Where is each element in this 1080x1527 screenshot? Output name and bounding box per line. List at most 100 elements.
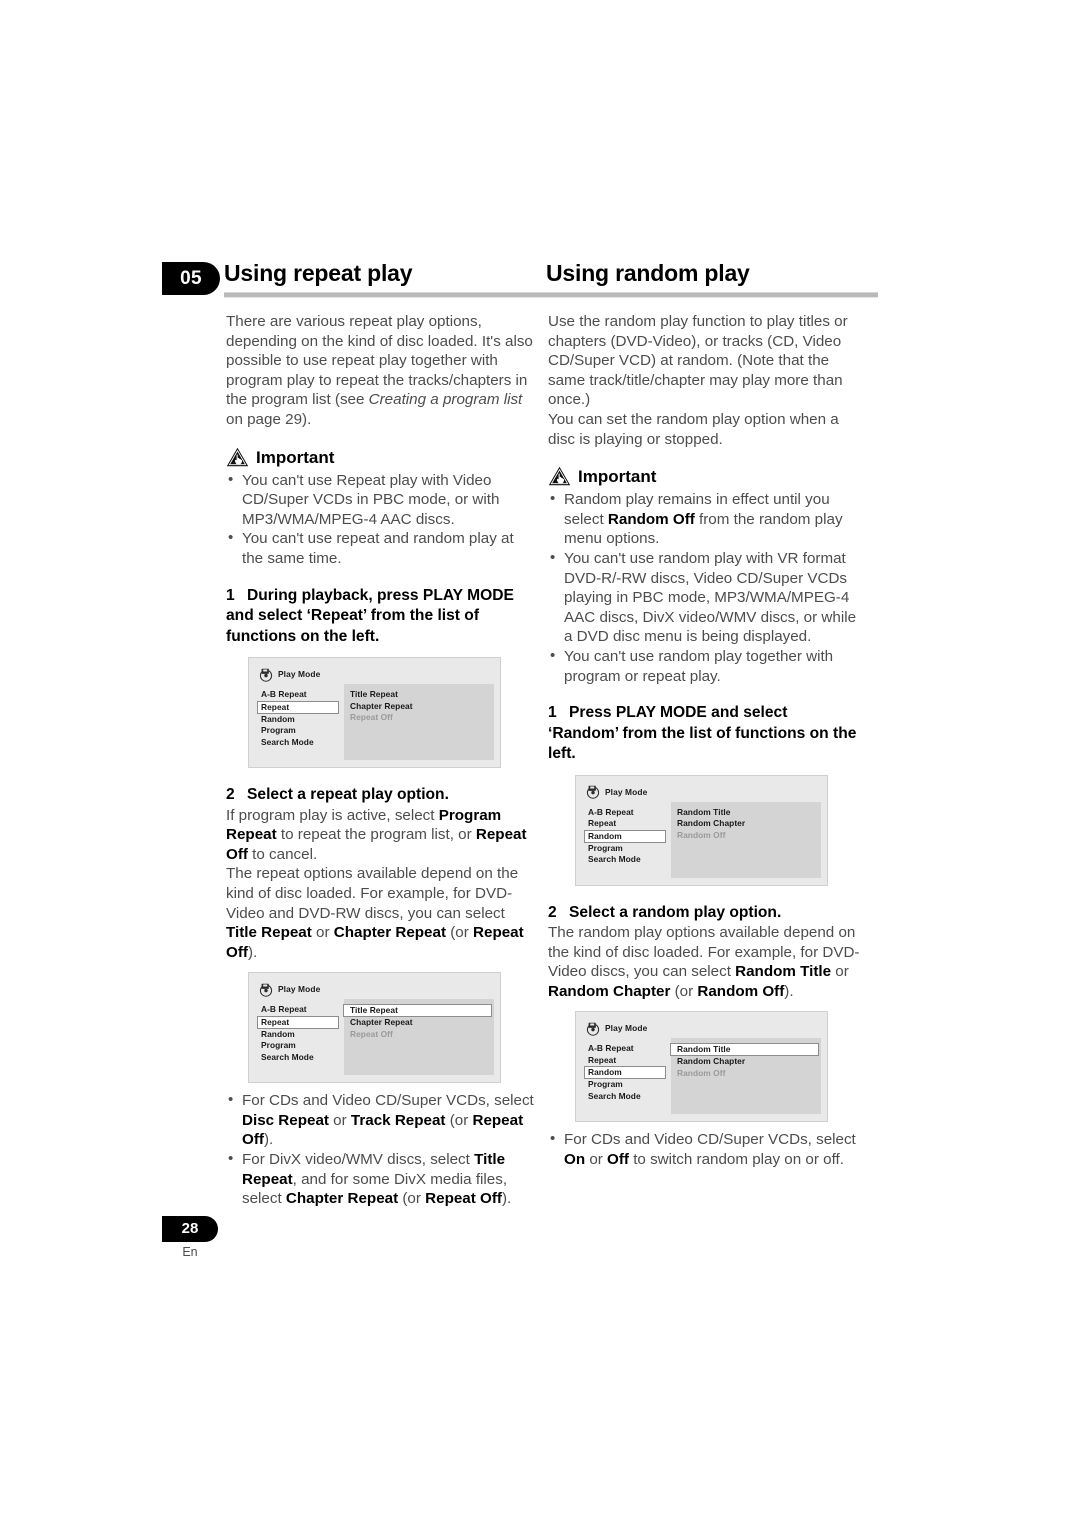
- left-step-2-para-2: The repeat options available depend on t…: [226, 864, 538, 962]
- osd-menu-item-repeat[interactable]: Repeat: [257, 700, 339, 714]
- left-step-2-number: 2: [226, 786, 235, 804]
- osd-title-row: Play Mode: [586, 1019, 647, 1039]
- osd-menu-item-program[interactable]: Program: [585, 843, 665, 855]
- disc-play-mode-icon: [586, 785, 601, 800]
- osd-menu-item-repeat[interactable]: Repeat: [585, 818, 665, 830]
- txt: (or: [445, 1111, 473, 1129]
- osd-option-title-repeat[interactable]: Title Repeat: [343, 1004, 492, 1018]
- left-step-1-title: During playback, press PLAY MODE and sel…: [226, 586, 514, 645]
- left-section-title: Using repeat play: [224, 260, 413, 286]
- osd-menu-item-ab-repeat[interactable]: A-B Repeat: [258, 689, 338, 701]
- left-closing-bullets: For CDs and Video CD/Super VCDs, select …: [226, 1090, 538, 1209]
- left-important-label: Important: [256, 447, 335, 467]
- osd-menu-item-random[interactable]: Random: [584, 829, 666, 843]
- osd-option-random-chapter[interactable]: Random Chapter: [671, 1056, 821, 1068]
- osd-option-title-repeat[interactable]: Title Repeat: [344, 689, 494, 701]
- txt: or: [311, 924, 334, 942]
- bold-disc-repeat: Disc Repeat: [242, 1111, 329, 1129]
- left-intro-italic: Creating a program list: [368, 391, 523, 409]
- osd-menu-item-program[interactable]: Program: [258, 725, 338, 737]
- osd-menu-list: A-B Repeat Repeat Random Program Search …: [584, 1043, 666, 1103]
- osd-option-repeat-off[interactable]: Repeat Off: [344, 712, 494, 724]
- left-intro-paragraph: There are various repeat play options, d…: [226, 312, 538, 430]
- txt: For CDs and Video CD/Super VCDs, select: [242, 1092, 534, 1110]
- right-column: Use the random play function to play tit…: [548, 312, 860, 1170]
- disc-play-mode-icon: [259, 983, 274, 997]
- osd-option-chapter-repeat[interactable]: Chapter Repeat: [344, 1017, 494, 1029]
- left-step-2-para-1: If program play is active, select Progra…: [226, 806, 538, 865]
- right-important-bullets: Random play remains in effect until you …: [548, 489, 860, 686]
- warning-triangle-hand-icon: [548, 466, 571, 486]
- right-intro-paragraph-2: You can set the random play option when …: [548, 410, 839, 448]
- osd-title-text: Play Mode: [605, 1023, 648, 1034]
- osd-menu-item-ab-repeat[interactable]: A-B Repeat: [585, 807, 665, 819]
- page-header: 05 Using repeat play Using random play: [162, 258, 878, 302]
- osd-title-text: Play Mode: [278, 984, 321, 995]
- bold-random-off: Random Off: [697, 982, 785, 1000]
- osd-option-random-off[interactable]: Random Off: [671, 830, 821, 842]
- osd-option-chapter-repeat[interactable]: Chapter Repeat: [344, 701, 494, 713]
- left-column: There are various repeat play options, d…: [226, 312, 538, 1209]
- right-section-header: Using random play: [546, 258, 878, 298]
- osd-menu-item-program[interactable]: Program: [585, 1079, 665, 1091]
- osd-menu-item-search-mode[interactable]: Search Mode: [258, 1052, 338, 1064]
- osd-option-random-chapter[interactable]: Random Chapter: [671, 818, 821, 830]
- left-section-header: Using repeat play: [224, 258, 564, 298]
- osd-menu-item-ab-repeat[interactable]: A-B Repeat: [258, 1004, 338, 1016]
- osd-option-random-title[interactable]: Random Title: [671, 807, 821, 819]
- osd-menu-list: A-B Repeat Repeat Random Program Search …: [584, 807, 666, 866]
- osd-menu-item-random[interactable]: Random: [258, 714, 338, 726]
- play-mode-screenshot-repeat-2: Play Mode A-B Repeat Repeat Random Progr…: [248, 972, 501, 1084]
- osd-menu-item-program[interactable]: Program: [258, 1040, 338, 1052]
- txt: If program play is active, select: [226, 806, 439, 824]
- osd-option-random-off[interactable]: Random Off: [671, 1068, 821, 1080]
- osd-option-random-title[interactable]: Random Title: [670, 1043, 819, 1057]
- right-important-label: Important: [578, 467, 657, 487]
- txt: ).: [263, 1131, 274, 1149]
- osd-menu-item-search-mode[interactable]: Search Mode: [585, 1091, 665, 1103]
- chapter-number-tab: 05: [162, 262, 220, 295]
- txt: ).: [784, 982, 794, 1000]
- osd-option-repeat-off[interactable]: Repeat Off: [344, 1029, 494, 1041]
- osd-menu-item-search-mode[interactable]: Search Mode: [258, 737, 338, 749]
- right-step-2-title: Select a random play option.: [569, 903, 782, 921]
- left-step-1-number: 1: [226, 586, 235, 604]
- list-item: You can't use repeat and random play at …: [226, 528, 538, 568]
- osd-menu-item-search-mode[interactable]: Search Mode: [585, 854, 665, 866]
- right-step-2-para: The random play options available depend…: [548, 923, 860, 1001]
- osd-options-pane: Title Repeat Chapter Repeat Repeat Off: [343, 999, 494, 1076]
- page-number-badge: 28: [162, 1216, 218, 1242]
- bold-chapter-repeat: Chapter Repeat: [333, 924, 447, 942]
- bold-random-chapter: Random Chapter: [548, 982, 671, 1000]
- osd-options-pane: Random Title Random Chapter Random Off: [670, 1038, 821, 1115]
- osd-title-row: Play Mode: [586, 783, 647, 803]
- right-closing-bullets: For CDs and Video CD/Super VCDs, select …: [548, 1129, 860, 1169]
- txt: or: [328, 1111, 351, 1129]
- right-step-2-number: 2: [548, 903, 557, 921]
- osd-menu-item-repeat[interactable]: Repeat: [257, 1015, 339, 1029]
- list-item: For CDs and Video CD/Super VCDs, select …: [226, 1090, 538, 1150]
- right-step-1-number: 1: [548, 704, 557, 722]
- txt: (or: [670, 982, 698, 1000]
- left-important-header: Important: [226, 447, 538, 467]
- txt: (or: [446, 924, 474, 942]
- manual-page: 05 Using repeat play Using random play T…: [0, 0, 1080, 1527]
- bold-on: On: [564, 1151, 586, 1169]
- osd-menu-item-repeat[interactable]: Repeat: [585, 1055, 665, 1067]
- txt: to cancel.: [247, 845, 318, 863]
- osd-menu-item-ab-repeat[interactable]: A-B Repeat: [585, 1043, 665, 1055]
- right-important-header: Important: [548, 466, 860, 486]
- list-item: For DivX video/WMV discs, select Title R…: [226, 1149, 538, 1209]
- list-item: You can't use Repeat play with Video CD/…: [226, 470, 538, 530]
- left-header-rule: [224, 292, 564, 298]
- osd-menu-item-random[interactable]: Random: [258, 1029, 338, 1041]
- osd-title-text: Play Mode: [605, 786, 648, 797]
- left-step-2-title: Select a repeat play option.: [247, 786, 449, 804]
- disc-play-mode-icon: [259, 668, 274, 682]
- osd-title-row: Play Mode: [259, 665, 320, 685]
- list-item: You can't use random play with VR format…: [548, 548, 860, 647]
- bold-random-title: Random Title: [735, 963, 832, 981]
- txt: For DivX video/WMV discs, select: [242, 1151, 475, 1169]
- osd-menu-item-random[interactable]: Random: [584, 1066, 666, 1080]
- list-item: You can't use random play together with …: [548, 646, 860, 686]
